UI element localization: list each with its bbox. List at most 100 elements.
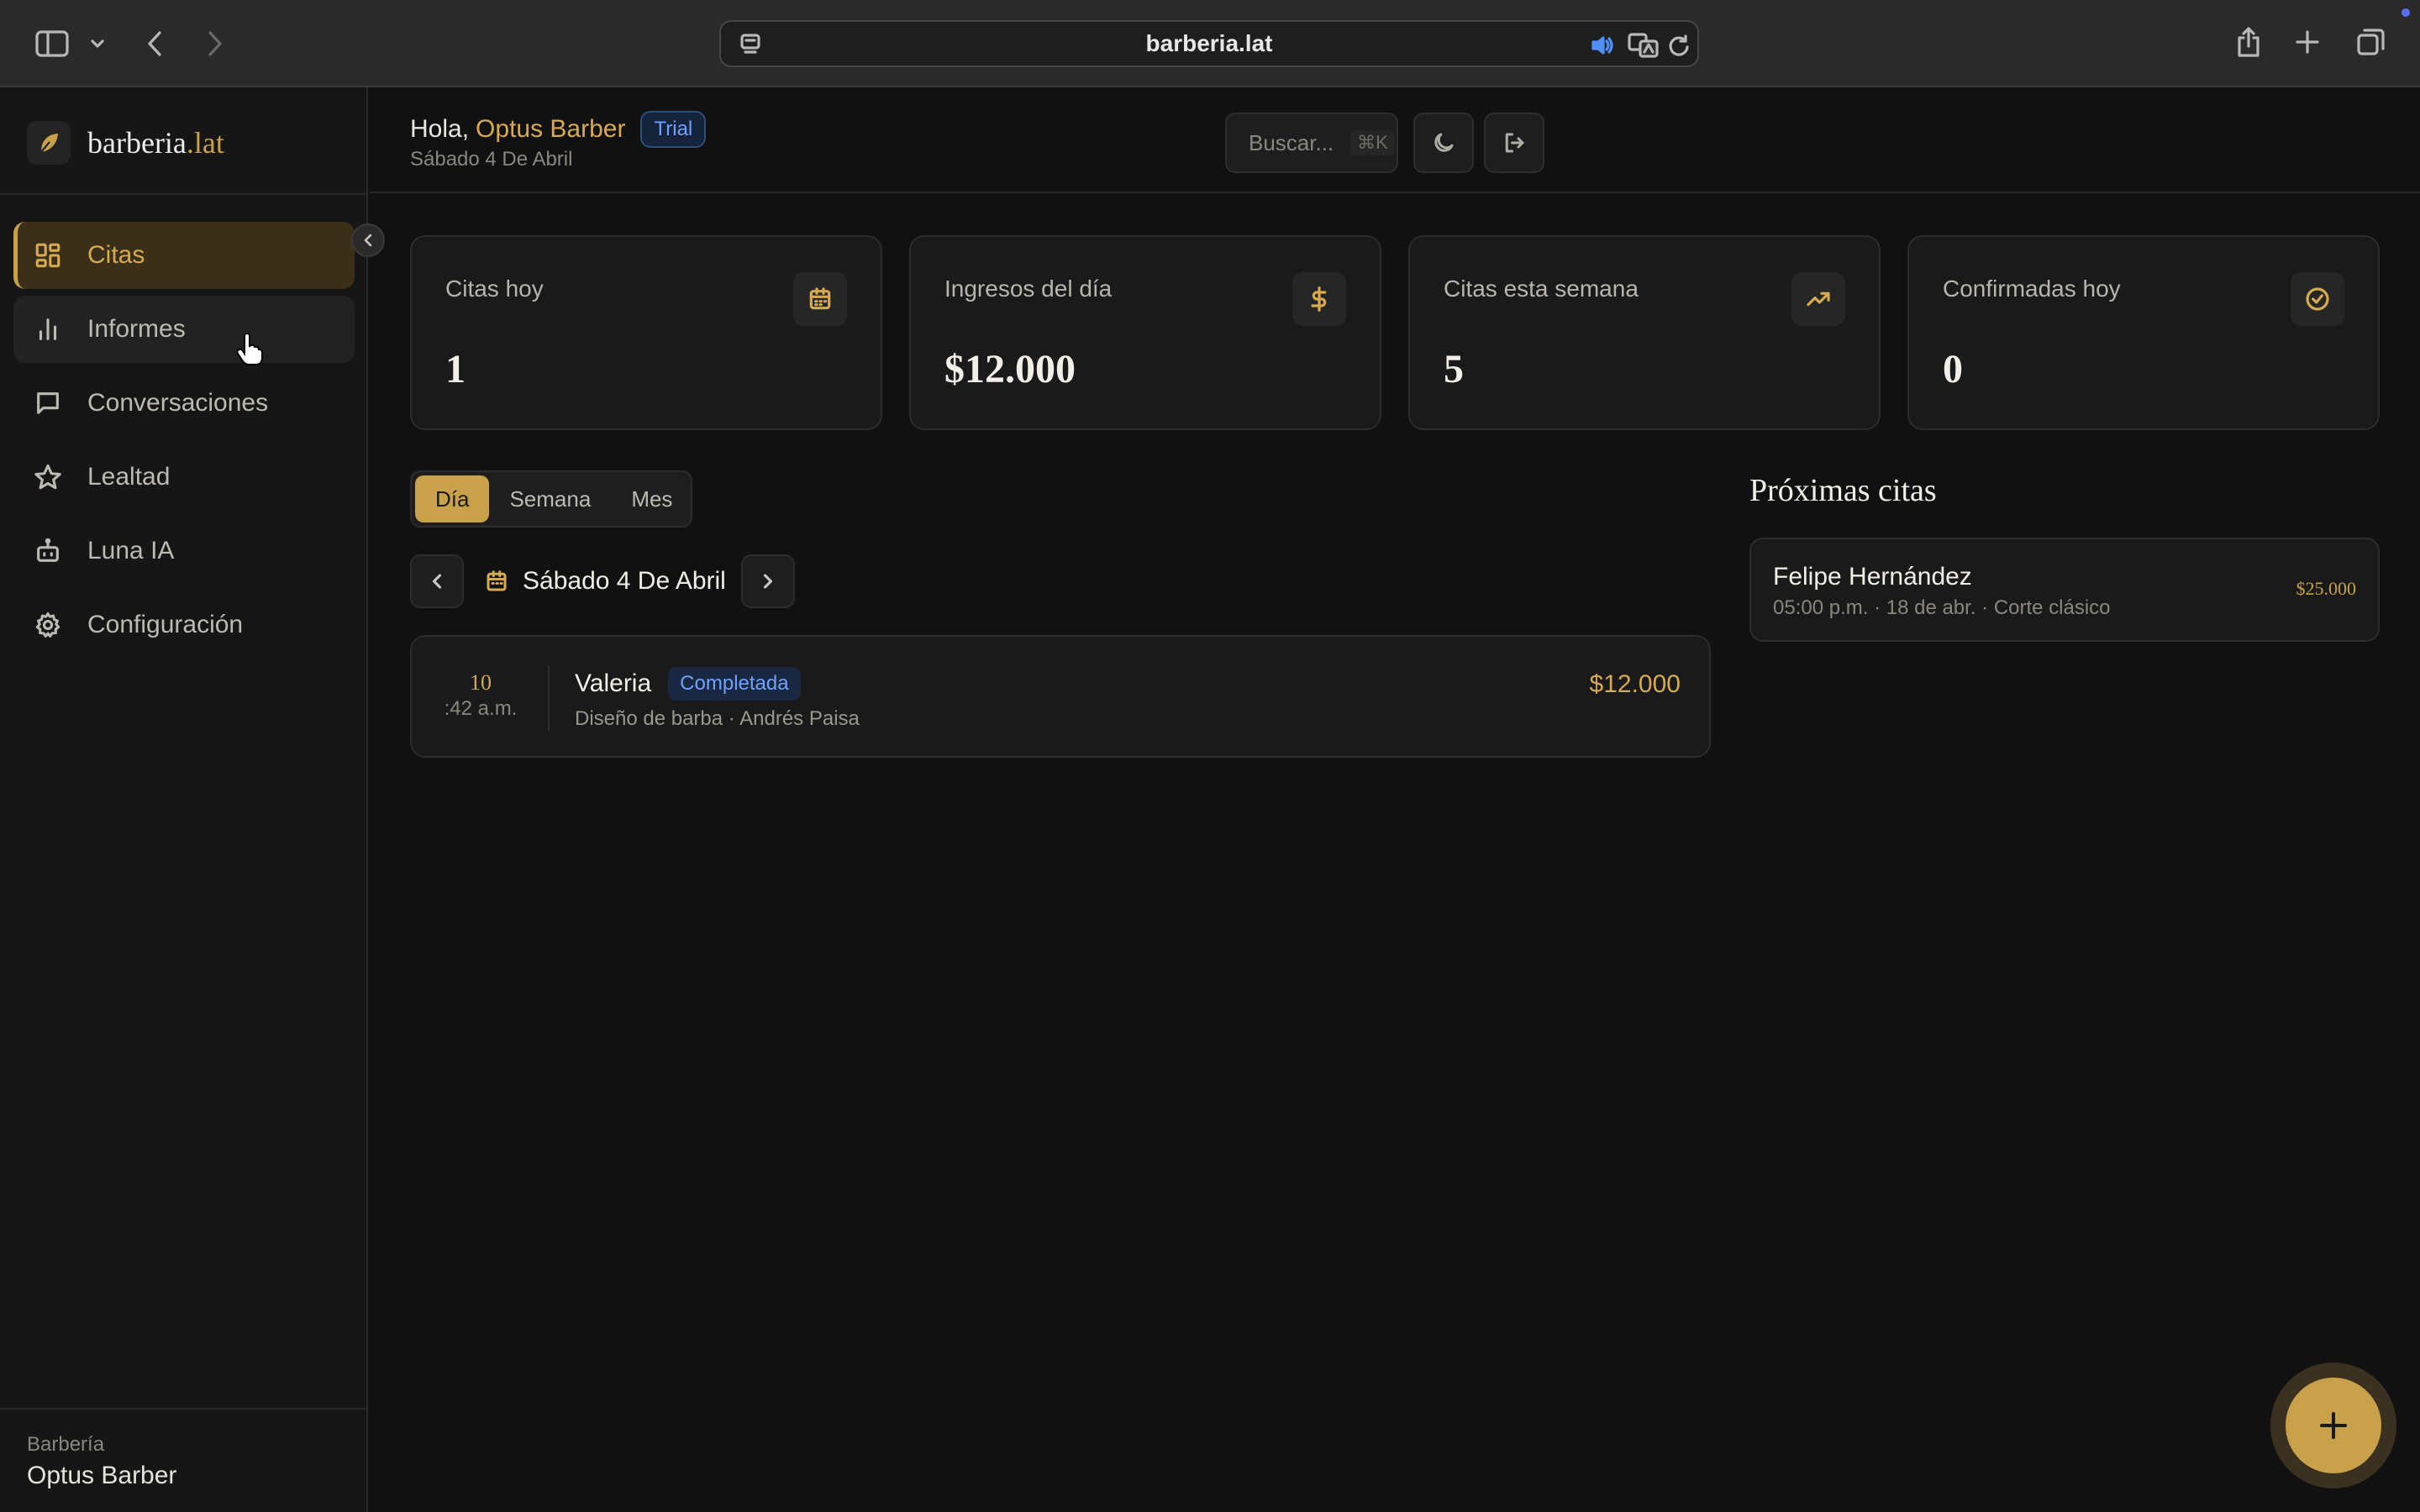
- chevron-right-icon: [763, 574, 773, 589]
- grid-icon: [35, 243, 60, 268]
- sidebar: barberia.lat Citas Informes Conversacion…: [0, 87, 368, 1512]
- appointment-hour: 10: [470, 670, 492, 695]
- appointment-client: Valeria: [575, 669, 652, 697]
- brand-main: barberia: [87, 126, 187, 160]
- reload-icon[interactable]: [1665, 32, 1692, 59]
- chat-icon: [37, 392, 59, 414]
- star-icon: [34, 464, 61, 490]
- sidebar-item-label: Luna IA: [87, 537, 175, 564]
- stat-label: Citas esta semana: [1444, 276, 1639, 302]
- speaker-icon[interactable]: [1590, 32, 1617, 59]
- check-circle-icon: [2291, 272, 2344, 326]
- footer-caption: Barbería: [27, 1433, 105, 1456]
- brand[interactable]: barberia.lat: [27, 118, 224, 168]
- forward-arrow-icon[interactable]: [197, 25, 234, 62]
- stat-value: 0: [1943, 347, 1963, 391]
- moon-icon: [1434, 133, 1454, 152]
- search-shortcut: ⌘K: [1350, 130, 1395, 155]
- appointment-client-row: Valeria Completada: [575, 667, 801, 701]
- sidebar-footer: Barbería Optus Barber: [0, 1408, 366, 1512]
- brand-tld: .lat: [186, 126, 224, 160]
- brand-name: barberia.lat: [87, 125, 224, 160]
- url-text[interactable]: barberia.lat: [721, 22, 1697, 66]
- notification-dot: [2402, 8, 2410, 17]
- hand-cursor-icon: [235, 332, 264, 370]
- upcoming-title: Próximas citas: [1749, 473, 1937, 508]
- logout-icon: [1505, 133, 1524, 153]
- sidebar-item-configuracion[interactable]: Configuración: [13, 591, 355, 659]
- upcoming-detail: 05:00 p.m. · 18 de abr. · Corte clásico: [1773, 596, 2111, 619]
- new-tab-icon[interactable]: [2291, 25, 2324, 59]
- translate-icon[interactable]: [1627, 30, 1660, 60]
- sidebar-item-label: Lealtad: [87, 463, 171, 491]
- trending-up-icon: [1791, 272, 1845, 326]
- user-name: Optus Barber: [476, 115, 626, 143]
- chevron-left-icon: [364, 234, 372, 247]
- sidebar-item-label: Conversaciones: [87, 389, 269, 417]
- tab-semana[interactable]: Semana: [489, 475, 611, 522]
- chevron-down-icon[interactable]: [84, 30, 111, 57]
- share-icon[interactable]: [2230, 22, 2267, 62]
- back-arrow-icon[interactable]: [136, 25, 173, 62]
- greeting-text: Hola,: [410, 115, 470, 143]
- appointment-minutes: :42 a.m.: [444, 697, 518, 720]
- current-date[interactable]: Sábado 4 De Abril: [484, 554, 726, 608]
- address-bar[interactable]: barberia.lat: [719, 20, 1699, 67]
- chevron-left-icon: [432, 574, 442, 589]
- browser-toolbar: barberia.lat: [0, 0, 2420, 87]
- calendar-icon: [487, 570, 507, 591]
- tab-mes[interactable]: Mes: [611, 475, 692, 522]
- stat-card-ingresos: Ingresos del día $12.000: [909, 235, 1381, 430]
- sidebar-item-label: Configuración: [87, 611, 244, 638]
- upcoming-price: $25.000: [2296, 578, 2357, 599]
- header-date: Sábado 4 De Abril: [410, 148, 573, 171]
- upcoming-client: Felipe Hernández: [1773, 563, 1972, 591]
- upcoming-appointment-card[interactable]: Felipe Hernández 05:00 p.m. · 18 de abr.…: [1749, 538, 2380, 642]
- tab-dia[interactable]: Día: [415, 475, 490, 522]
- add-appointment-button[interactable]: [2286, 1378, 2381, 1473]
- stat-value: $12.000: [944, 347, 1076, 391]
- appointment-detail: Diseño de barba · Andrés Paisa: [575, 707, 860, 730]
- plus-icon: [2320, 1412, 2347, 1439]
- theme-toggle-button[interactable]: [1413, 113, 1474, 173]
- collapse-sidebar-button[interactable]: [351, 223, 385, 257]
- greeting: Hola, Optus Barber Trial: [410, 111, 707, 148]
- next-day-button[interactable]: [741, 554, 795, 608]
- appointment-divider: [548, 665, 550, 731]
- sidebar-item-label: Citas: [87, 241, 145, 269]
- sidebar-item-luna-ia[interactable]: Luna IA: [13, 517, 355, 585]
- logout-button[interactable]: [1484, 113, 1544, 173]
- stat-label: Confirmadas hoy: [1943, 276, 2121, 302]
- stat-value: 5: [1444, 347, 1464, 391]
- stat-card-confirmadas: Confirmadas hoy 0: [1907, 235, 2380, 430]
- tab-overview-icon[interactable]: [2353, 24, 2390, 60]
- status-badge: Completada: [668, 667, 801, 701]
- sidebar-item-label: Informes: [87, 315, 186, 343]
- stat-label: Ingresos del día: [944, 276, 1113, 302]
- calendar-icon: [793, 272, 847, 326]
- leaf-logo-icon: [27, 121, 71, 165]
- robot-icon: [37, 538, 59, 562]
- sidebar-toggle-icon[interactable]: [32, 24, 72, 64]
- current-date-label: Sábado 4 De Abril: [523, 567, 726, 595]
- sidebar-item-conversaciones[interactable]: Conversaciones: [13, 370, 355, 437]
- stat-label: Citas hoy: [445, 276, 544, 302]
- sidebar-nav: Citas Informes Conversaciones Lealtad Lu…: [13, 222, 355, 665]
- view-tabs: Día Semana Mes: [410, 470, 692, 528]
- sidebar-item-citas[interactable]: Citas: [13, 222, 355, 289]
- sidebar-divider: [0, 193, 366, 195]
- bar-chart-icon: [39, 318, 57, 340]
- sidebar-item-lealtad[interactable]: Lealtad: [13, 444, 355, 511]
- appointment-price: $12.000: [1589, 670, 1681, 698]
- sidebar-item-informes[interactable]: Informes: [13, 296, 355, 363]
- page-header: Hola, Optus Barber Trial Sábado 4 De Abr…: [370, 87, 2420, 193]
- stat-card-citas-semana: Citas esta semana 5: [1408, 235, 1881, 430]
- stat-value: 1: [445, 347, 466, 391]
- search-button[interactable]: Buscar... ⌘K: [1225, 113, 1398, 173]
- appointment-card[interactable]: 10 :42 a.m. Valeria Completada Diseño de…: [410, 635, 1711, 758]
- previous-day-button[interactable]: [410, 554, 464, 608]
- plan-badge: Trial: [640, 111, 707, 148]
- business-name: Optus Barber: [27, 1462, 177, 1489]
- gear-icon: [35, 612, 60, 638]
- search-placeholder: Buscar...: [1249, 129, 1334, 155]
